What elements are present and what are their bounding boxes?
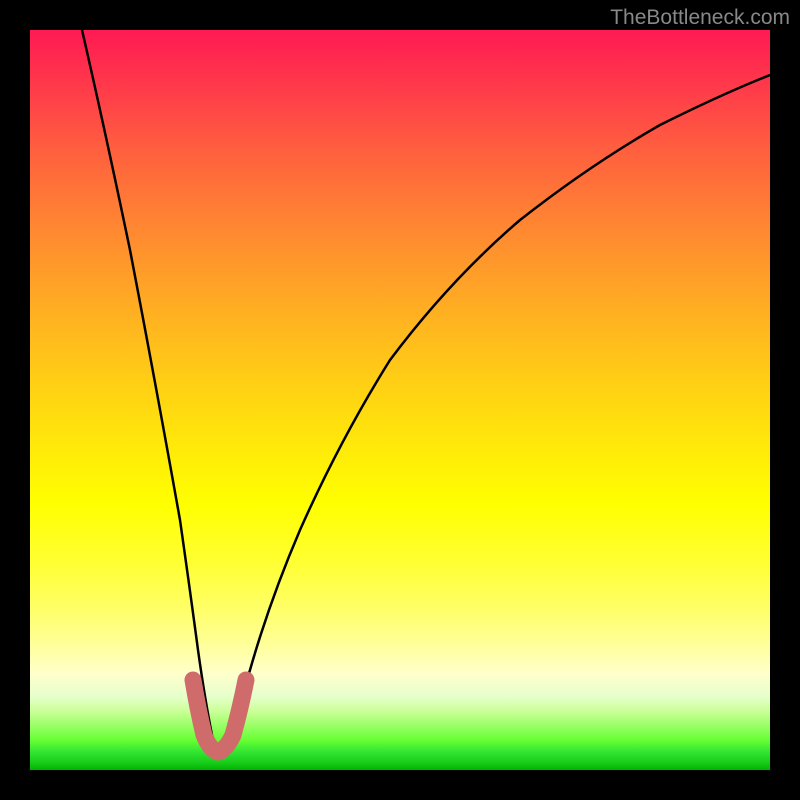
marker-dot-right [238,672,254,688]
bottleneck-curve [82,30,770,750]
chart-plot-area [30,30,770,770]
watermark-text: TheBottleneck.com [610,6,790,30]
marker-dot-left [185,672,201,688]
minimum-marker [193,680,246,752]
chart-svg [30,30,770,770]
